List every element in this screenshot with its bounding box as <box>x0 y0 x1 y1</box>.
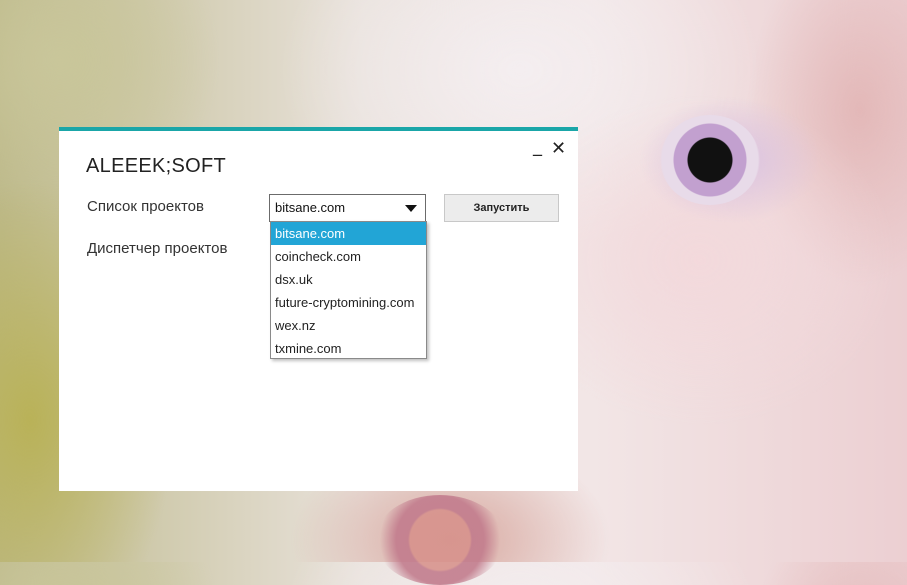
background-doll-eye <box>660 115 760 205</box>
projects-list-label: Список проектов <box>87 198 204 215</box>
project-select-value: bitsane.com <box>275 200 346 215</box>
dropdown-option[interactable]: bitsane.com <box>271 222 426 245</box>
run-button[interactable]: Запустить <box>444 194 559 222</box>
close-icon[interactable]: ✕ <box>551 139 566 159</box>
project-dropdown-list: bitsane.com coincheck.com dsx.uk future-… <box>270 221 427 359</box>
chevron-down-icon <box>405 205 417 212</box>
dropdown-option[interactable]: future-cryptomining.com <box>271 291 426 314</box>
minimize-icon[interactable]: _ <box>533 137 542 157</box>
background-flower <box>375 495 505 585</box>
dropdown-option[interactable]: dsx.uk <box>271 268 426 291</box>
project-select[interactable]: bitsane.com <box>269 194 426 222</box>
dropdown-option[interactable]: txmine.com <box>271 337 426 358</box>
dropdown-option[interactable]: wex.nz <box>271 314 426 337</box>
project-dispatcher-link[interactable]: Диспетчер проектов <box>87 240 227 257</box>
app-title: ALEEEK;SOFT <box>86 155 227 177</box>
dropdown-option[interactable]: coincheck.com <box>271 245 426 268</box>
